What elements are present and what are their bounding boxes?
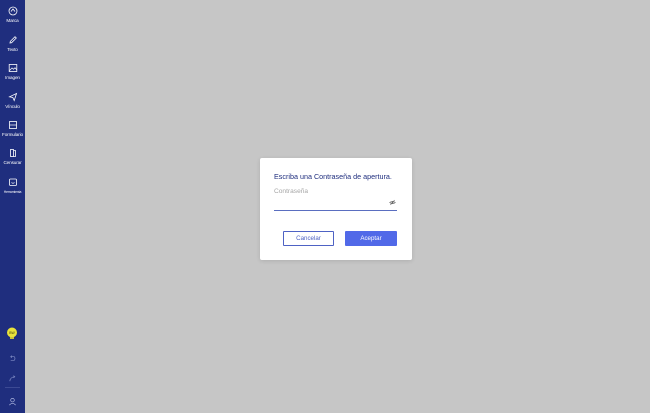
- sidebar-item-label: Censurar: [3, 160, 22, 165]
- password-placeholder: Contraseña: [274, 188, 309, 195]
- eye-off-icon[interactable]: [389, 199, 396, 206]
- lightbulb-icon[interactable]: BW: [6, 327, 18, 340]
- sidebar-item-label: Texto: [7, 47, 18, 52]
- sidebar-item-texto[interactable]: Texto: [0, 35, 25, 53]
- sidebar-item-herramienta[interactable]: Herramienta: [0, 177, 25, 195]
- stamp-icon: [8, 6, 17, 16]
- pencil-icon: [8, 36, 17, 44]
- undo-icon: [10, 355, 16, 361]
- cancel-button[interactable]: Cancelar: [283, 231, 334, 246]
- sidebar-item-label: Vínculo: [5, 104, 20, 109]
- dialog-title: Escriba una Contraseña de apertura.: [274, 172, 392, 181]
- sidebar-item-formulario[interactable]: Formulario: [0, 120, 25, 138]
- sidebar-item-censurar[interactable]: Censurar: [0, 148, 25, 166]
- image-icon: [8, 64, 17, 72]
- form-icon: [8, 121, 17, 129]
- redo-button[interactable]: [7, 373, 18, 384]
- accept-button[interactable]: Aceptar: [345, 231, 397, 246]
- send-icon: [7, 92, 17, 102]
- bulb-badge: BW: [9, 331, 15, 335]
- password-dialog: Escriba una Contraseña de apertura. Cont…: [260, 158, 412, 260]
- sidebar-item-imagen[interactable]: Imagen: [0, 63, 25, 81]
- redact-icon: [9, 149, 16, 157]
- sidebar: Marca Texto Imagen Vínculo Formulario Ce…: [0, 0, 25, 413]
- sidebar-item-label: Marca: [6, 18, 19, 23]
- user-icon: [9, 397, 16, 406]
- sidebar-item-marca[interactable]: Marca: [0, 6, 25, 24]
- sidebar-item-vinculo[interactable]: Vínculo: [0, 92, 25, 110]
- sidebar-item-label: Imagen: [5, 75, 20, 80]
- toolbox-icon: [8, 178, 17, 186]
- redo-icon: [9, 375, 16, 382]
- user-button[interactable]: [7, 396, 18, 407]
- sidebar-divider: [5, 387, 20, 388]
- password-input[interactable]: Contraseña: [274, 188, 397, 211]
- sidebar-item-label: Formulario: [2, 132, 23, 137]
- undo-button[interactable]: [7, 353, 18, 364]
- sidebar-item-label: Herramienta: [3, 190, 22, 194]
